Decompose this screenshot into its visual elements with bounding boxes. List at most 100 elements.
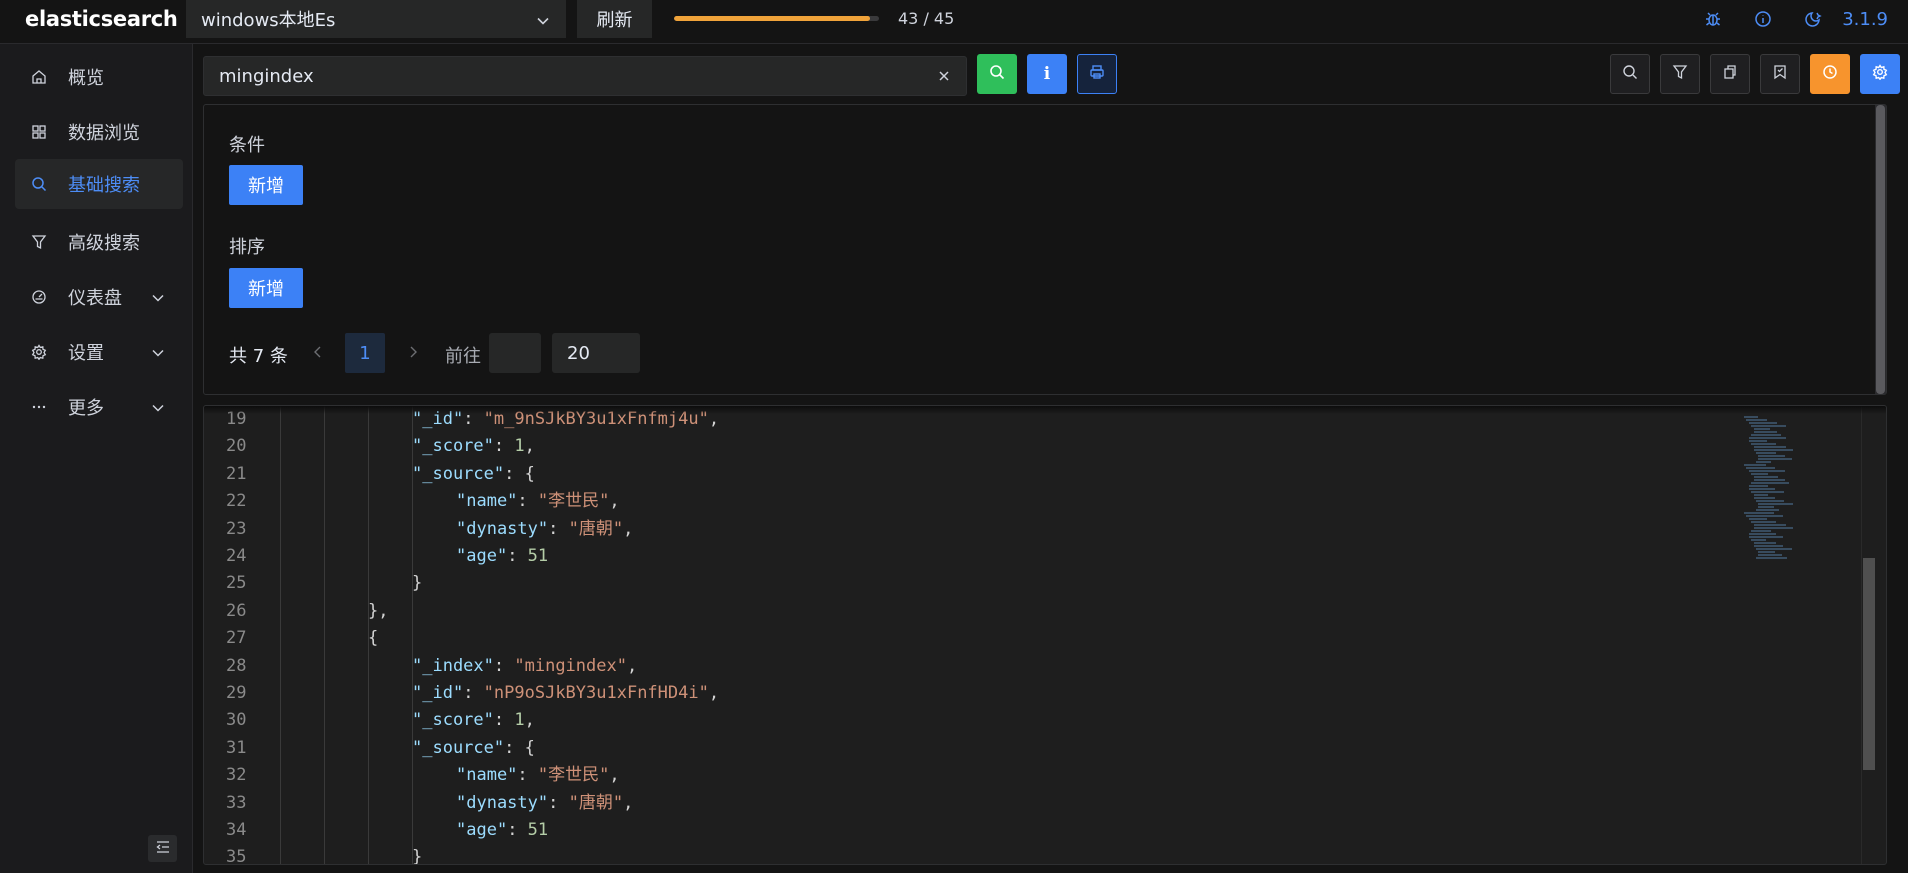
index-search-input[interactable]: [219, 65, 909, 87]
clear-icon[interactable]: [936, 68, 952, 88]
search-icon: [989, 64, 1005, 84]
editor-minimap[interactable]: [1744, 416, 1824, 566]
tool-bookmark-button[interactable]: [1760, 54, 1800, 94]
progress-text: 43 / 45: [898, 9, 955, 28]
info-icon[interactable]: [1738, 10, 1788, 28]
sidebar-item-advanced-search[interactable]: 高级搜索: [15, 217, 183, 267]
connection-select-value: windows本地Es: [201, 10, 336, 31]
line-number: 29: [226, 683, 247, 703]
code-token: "_index": [412, 655, 494, 676]
sidebar-item-basic-search[interactable]: 基础搜索: [15, 159, 183, 209]
minimap-row: [1751, 434, 1782, 436]
version-label[interactable]: 3.1.9: [1842, 9, 1888, 30]
minimap-row: [1746, 419, 1768, 421]
code-line: 25}: [204, 570, 1744, 597]
minimap-row: [1756, 452, 1776, 454]
add-condition-button[interactable]: 新增: [229, 165, 303, 205]
pager-goto-input[interactable]: [489, 333, 541, 373]
minimap-row: [1753, 497, 1775, 499]
editor-scrollbar[interactable]: [1861, 406, 1875, 864]
minimap-row: [1751, 425, 1787, 427]
tool-copy-button[interactable]: [1710, 54, 1750, 94]
sidebar-item-dashboard[interactable]: 仪表盘: [15, 272, 183, 322]
code-token: 51: [527, 820, 549, 840]
minimap-row: [1753, 494, 1768, 496]
bug-icon[interactable]: [1688, 10, 1738, 28]
sidebar-item-overview[interactable]: 概览: [15, 52, 183, 102]
code-token: "_id": [412, 683, 464, 703]
minimap-row: [1748, 536, 1783, 538]
minimap-row: [1758, 458, 1793, 460]
print-button[interactable]: [1077, 54, 1117, 94]
search-icon: [1622, 64, 1638, 84]
code-token: "唐朝": [568, 792, 624, 813]
pager-page-current[interactable]: 1: [345, 333, 385, 373]
home-icon: [29, 69, 49, 85]
minimap-row: [1758, 551, 1776, 553]
code-line: 23 "dynasty": "唐朝",: [204, 516, 1744, 543]
tool-settings-button[interactable]: [1860, 54, 1900, 94]
code-token: "mingindex": [514, 655, 627, 676]
refresh-button[interactable]: 刷新: [577, 0, 652, 38]
filter-icon: [29, 234, 49, 250]
minimap-row: [1748, 437, 1786, 439]
sidebar-item-label: 基础搜索: [68, 175, 140, 196]
panel-scrollbar-thumb[interactable]: [1876, 105, 1885, 394]
collapse-icon: [155, 839, 171, 858]
index-search-field[interactable]: [203, 56, 967, 96]
theme-icon[interactable]: [1788, 10, 1838, 28]
code-text: },: [368, 598, 388, 625]
code-line: 29 "_id": "nP9oSJkBY3u1xFnfHD4i",: [204, 680, 1744, 707]
result-json-editor[interactable]: 19 "_id": "m_9nSJkBY3u1xFnfmj4u", 20 "_scor…: [203, 405, 1887, 865]
code-text: }: [412, 570, 422, 597]
add-sort-button[interactable]: 新增: [229, 268, 303, 308]
panel-scrollbar[interactable]: [1875, 105, 1886, 394]
minimap-row: [1753, 524, 1786, 526]
code-line: 28 "_index": "mingindex",: [204, 653, 1744, 680]
tool-search-button[interactable]: [1610, 54, 1650, 94]
connection-select[interactable]: windows本地Es: [186, 0, 566, 38]
sidebar-item-label: 更多: [68, 398, 104, 419]
index-info-button[interactable]: i: [1027, 54, 1067, 94]
minimap-row: [1756, 548, 1792, 550]
tool-history-button[interactable]: [1810, 54, 1850, 94]
tool-filter-button[interactable]: [1660, 54, 1700, 94]
code-token: "age": [456, 546, 508, 566]
code-text: "name": "李世民",: [456, 762, 620, 789]
minimap-row: [1746, 515, 1784, 517]
sidebar-item-settings[interactable]: 设置: [15, 327, 183, 377]
sidebar-item-label: 数据浏览: [68, 123, 140, 144]
minimap-row: [1753, 428, 1770, 430]
code-line: 30 "_score": 1,: [204, 707, 1744, 734]
minimap-row: [1753, 545, 1783, 547]
sidebar-item-data-browse[interactable]: 数据浏览: [15, 107, 183, 157]
code-token: 51: [527, 546, 549, 566]
progress-bar: [674, 16, 879, 21]
search-button[interactable]: [977, 54, 1017, 94]
pager-size-input[interactable]: 20: [552, 333, 640, 373]
code-text: "age": 51: [456, 817, 548, 844]
minimap-row: [1751, 491, 1785, 493]
code-token: "李世民": [537, 491, 610, 512]
code-token: ,: [708, 683, 720, 703]
chevron-left-icon[interactable]: [312, 344, 324, 363]
pager-total: 共 7 条: [229, 346, 288, 367]
chevron-right-icon[interactable]: [407, 344, 419, 363]
minimap-row: [1758, 554, 1783, 556]
minimap-row: [1748, 422, 1777, 424]
pager-goto-label: 前往: [445, 346, 481, 367]
minimap-row: [1753, 527, 1793, 529]
code-token: :: [507, 546, 528, 566]
sidebar-item-label: 概览: [68, 68, 104, 89]
editor-scrollbar-thumb[interactable]: [1863, 558, 1875, 770]
minimap-row: [1746, 467, 1776, 469]
code-text: "_source": {: [412, 461, 535, 488]
minimap-row: [1753, 446, 1786, 448]
sidebar-collapse-button[interactable]: [148, 835, 177, 862]
sidebar-item-more[interactable]: 更多: [15, 382, 183, 432]
more-icon: [29, 399, 49, 415]
top-bar: elasticsearch windows本地Es 刷新 43 / 45 3.1…: [0, 0, 1908, 44]
minimap-row: [1748, 440, 1767, 442]
condition-label: 条件: [229, 135, 265, 156]
minimap-row: [1756, 557, 1787, 559]
